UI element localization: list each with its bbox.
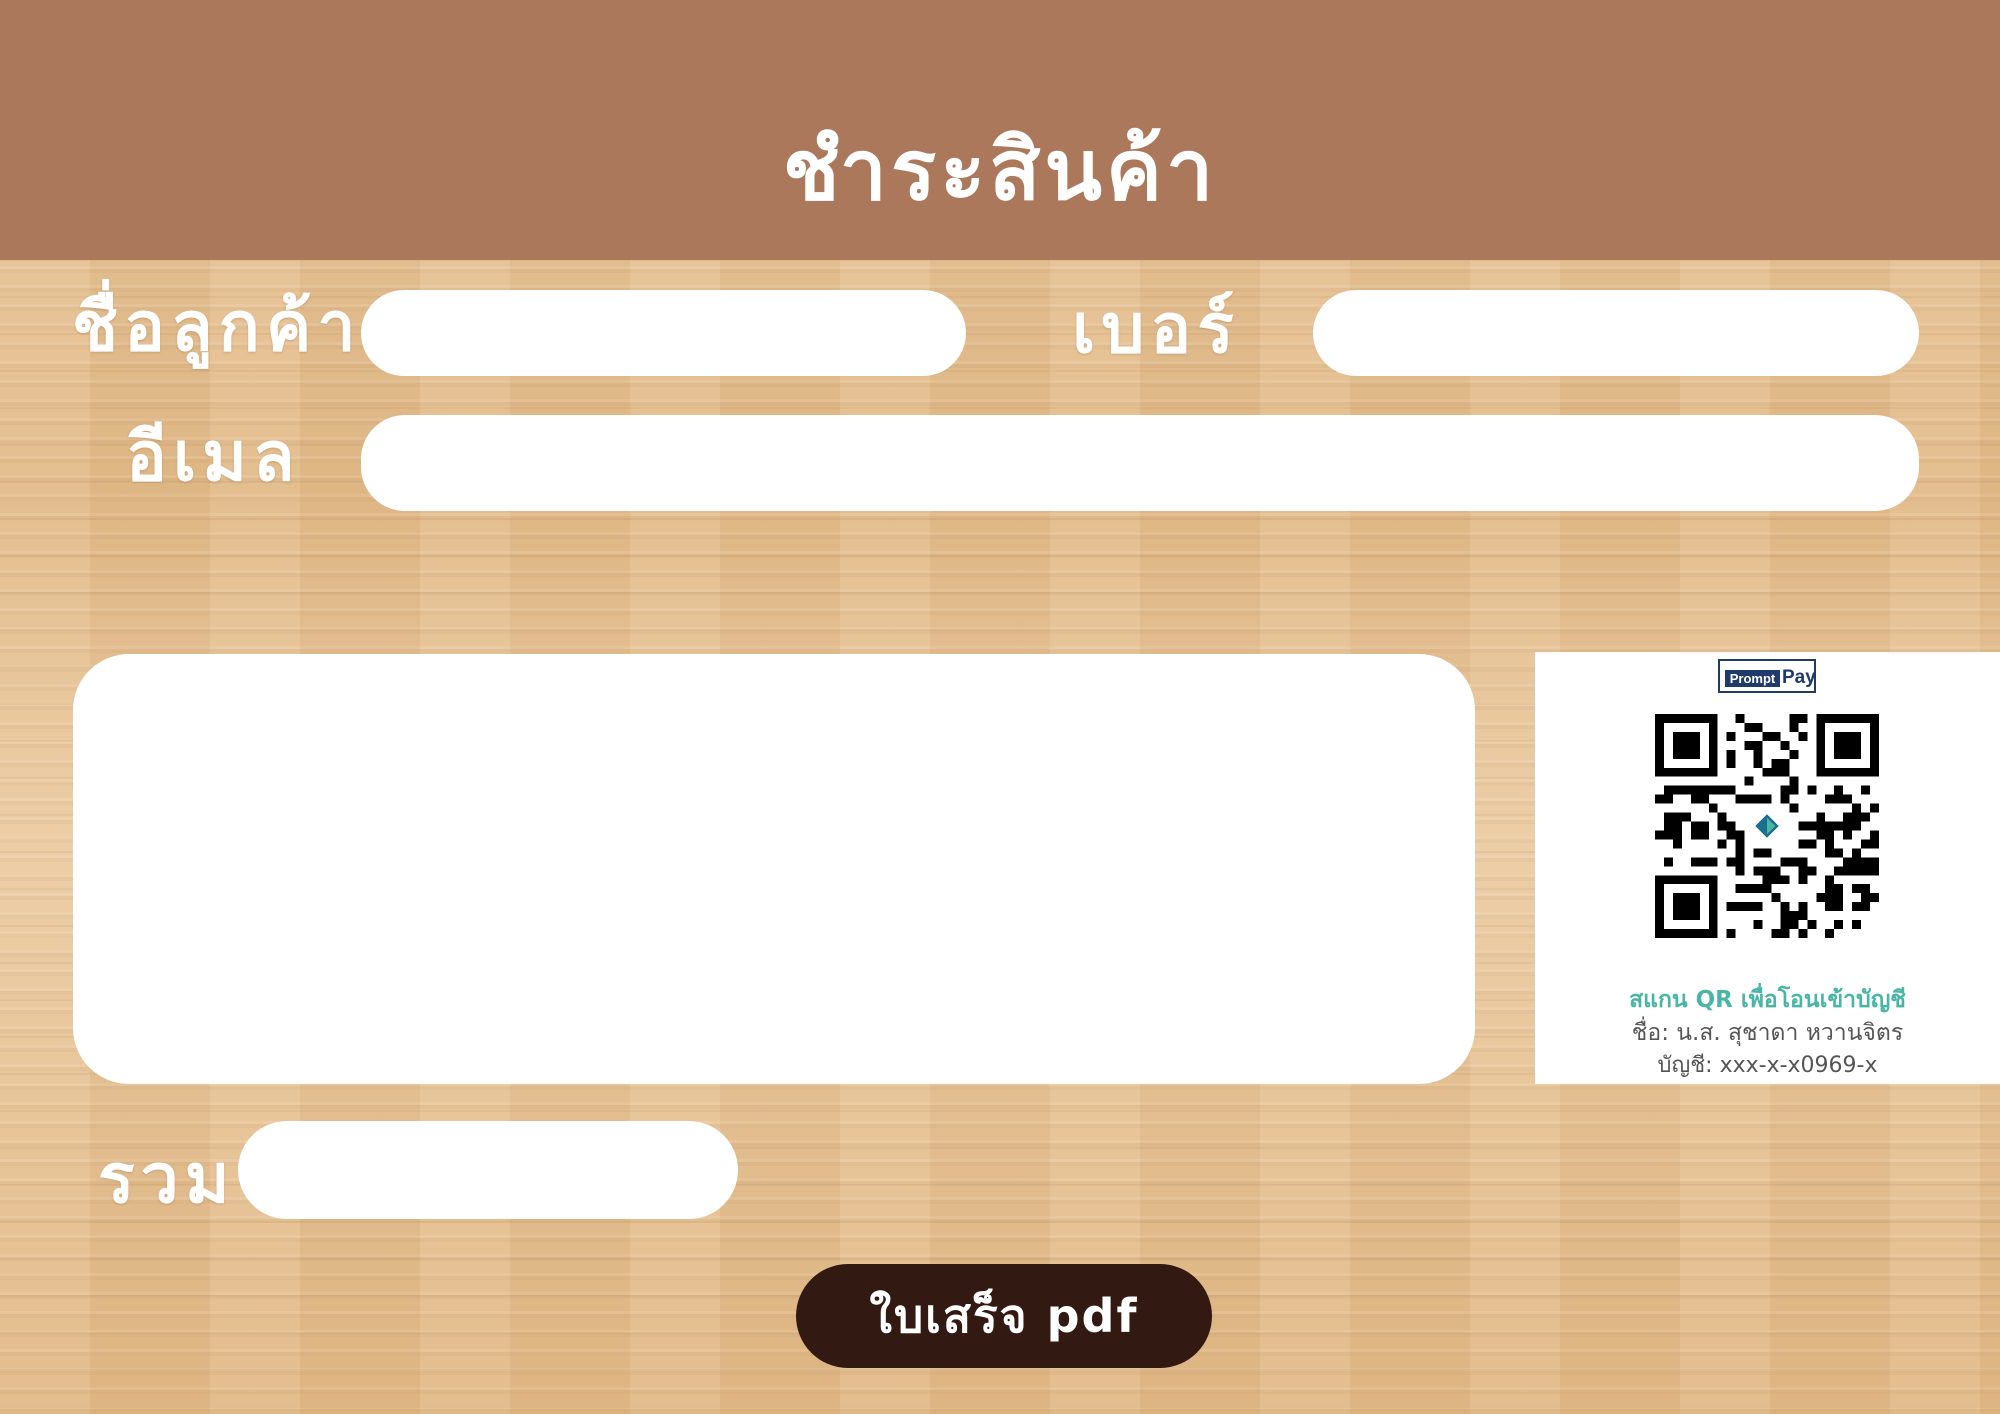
email-field[interactable]: [361, 415, 1919, 511]
customer-name-field[interactable]: [361, 290, 966, 376]
page-header: ชำระสินค้า: [0, 0, 2000, 260]
promptpay-logo-word: Pay: [1782, 667, 1816, 688]
order-details-panel[interactable]: [73, 654, 1475, 1084]
promptpay-logo-box-text: Prompt: [1725, 670, 1780, 687]
qr-scan-instruction: สแกน QR เพื่อโอนเข้าบัญชี: [1629, 987, 1906, 1013]
account-name: ชื่อ: น.ส. สุชาดา หวานจิตร: [1631, 1020, 1904, 1046]
total-field[interactable]: [238, 1121, 738, 1219]
phone-field[interactable]: [1313, 290, 1919, 376]
customer-name-label: ชื่อลูกค้า: [72, 288, 362, 367]
receipt-pdf-button[interactable]: ใบเสร็จ pdf: [796, 1264, 1212, 1368]
email-label: อีเมล: [126, 418, 301, 497]
phone-label: เบอร์: [1072, 290, 1240, 369]
page-title: ชำระสินค้า: [782, 121, 1218, 219]
account-number: บัญชี: xxx-x-x0969-x: [1657, 1053, 1878, 1078]
promptpay-logo-icon: Prompt Pay: [1718, 659, 1816, 693]
qr-code-icon: [1655, 714, 1879, 938]
total-label: รวม: [98, 1140, 236, 1219]
